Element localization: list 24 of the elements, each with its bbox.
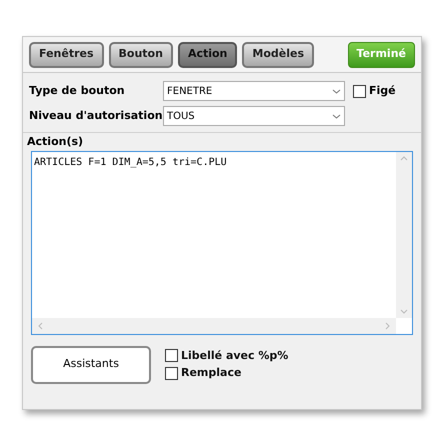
tab[interactable]: Modèles	[242, 42, 314, 68]
tab[interactable]: Fenêtres	[29, 42, 104, 68]
scroll-down-icon[interactable]	[400, 308, 408, 314]
scroll-up-icon[interactable]	[400, 156, 408, 160]
chevron-down-icon	[332, 114, 341, 118]
checkbox[interactable]	[353, 84, 366, 98]
tab[interactable]: Action	[178, 42, 238, 68]
checkbox-label: Remplace	[181, 365, 242, 381]
actions-text: ARTICLES F=1 DIM_A=5,5 tri=C.PLU	[33, 156, 228, 170]
actions-label: Action(s)	[27, 134, 84, 150]
checkbox-label: Libellé avec %p%	[181, 348, 288, 364]
field-label: Type de bouton	[29, 82, 126, 99]
dropdown[interactable]: FENETRE	[163, 81, 345, 101]
field-label: Niveau d'autorisation	[29, 108, 163, 124]
checkbox[interactable]	[165, 366, 178, 380]
tab[interactable]: Bouton	[108, 42, 173, 68]
dropdown[interactable]: TOUS	[163, 106, 345, 126]
checkbox[interactable]	[165, 349, 178, 362]
scroll-right-icon[interactable]	[385, 322, 390, 330]
chevron-down-icon	[332, 88, 341, 94]
assistants-button[interactable]: Assistants	[31, 346, 151, 384]
scroll-left-icon[interactable]	[38, 322, 43, 330]
checkbox-label: Figé	[369, 82, 396, 99]
actions-textarea[interactable]: ARTICLES F=1 DIM_A=5,5 tri=C.PLU	[31, 150, 413, 334]
